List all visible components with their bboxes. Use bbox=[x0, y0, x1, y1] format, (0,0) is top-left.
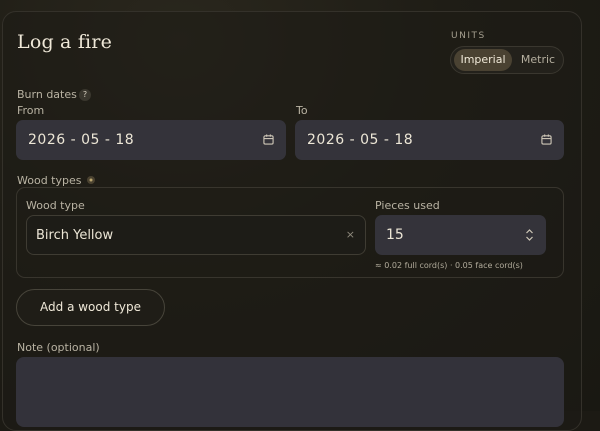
units-metric-button[interactable]: Metric bbox=[515, 49, 561, 71]
to-date-input[interactable]: 2026 - 05 - 18 bbox=[295, 120, 564, 160]
calendar-icon[interactable] bbox=[541, 134, 552, 145]
units-imperial-button[interactable]: Imperial bbox=[454, 49, 512, 71]
help-icon[interactable]: ? bbox=[79, 89, 91, 101]
cord-conversion-text: ≈ 0.02 full cord(s) · 0.05 face cord(s) bbox=[375, 261, 523, 270]
info-dot-icon bbox=[87, 176, 95, 184]
calendar-icon[interactable] bbox=[263, 134, 274, 145]
from-label: From bbox=[17, 104, 45, 117]
pieces-used-value: 15 bbox=[386, 227, 404, 243]
add-wood-type-button[interactable]: Add a wood type bbox=[16, 289, 165, 326]
wood-type-label: Wood type bbox=[26, 199, 85, 212]
units-toggle: Imperial Metric bbox=[450, 46, 564, 74]
note-label: Note (optional) bbox=[17, 341, 100, 354]
burn-dates-label: Burn dates bbox=[17, 88, 77, 101]
stepper-chevrons-icon[interactable] bbox=[525, 228, 534, 242]
from-date-value: 2026 - 05 - 18 bbox=[28, 132, 135, 148]
from-date-input[interactable]: 2026 - 05 - 18 bbox=[16, 120, 286, 160]
note-textarea[interactable] bbox=[16, 357, 564, 427]
page-title: Log a fire bbox=[17, 31, 113, 53]
wood-types-label: Wood types bbox=[17, 174, 82, 187]
units-label: UNITS bbox=[451, 31, 486, 41]
pieces-used-input[interactable]: 15 bbox=[375, 215, 546, 255]
wood-type-select[interactable]: Birch Yellow × bbox=[26, 215, 366, 255]
to-label: To bbox=[296, 104, 308, 117]
pieces-used-label: Pieces used bbox=[375, 199, 440, 212]
to-date-value: 2026 - 05 - 18 bbox=[307, 132, 414, 148]
clear-icon[interactable]: × bbox=[346, 228, 355, 241]
wood-type-value: Birch Yellow bbox=[36, 228, 114, 243]
